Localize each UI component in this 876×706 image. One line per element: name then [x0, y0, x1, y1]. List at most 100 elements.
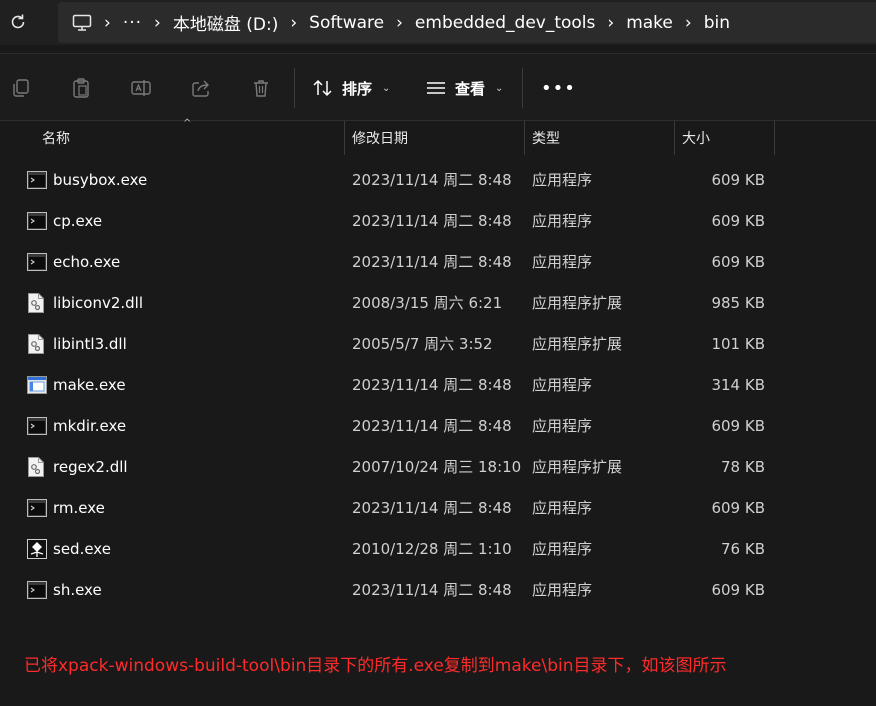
file-row[interactable]: rm.exe 2023/11/14 周二 8:48 应用程序 609 KB	[0, 487, 876, 528]
delete-button[interactable]	[249, 76, 273, 100]
file-date: 2010/12/28 周二 1:10	[352, 540, 512, 558]
share-button[interactable]	[189, 76, 213, 100]
console-exe-icon	[27, 241, 49, 282]
console-exe-icon	[27, 405, 49, 446]
file-date: 2023/11/14 周二 8:48	[352, 581, 512, 599]
paste-icon	[73, 78, 89, 98]
file-row[interactable]: cp.exe 2023/11/14 周二 8:48 应用程序 609 KB	[0, 200, 876, 241]
file-size: 78 KB	[721, 457, 765, 476]
file-row[interactable]: echo.exe 2023/11/14 周二 8:48 应用程序 609 KB	[0, 241, 876, 282]
file-date: 2023/11/14 周二 8:48	[352, 499, 512, 517]
chevron-right-icon: ›	[607, 12, 615, 33]
file-name[interactable]: busybox.exe	[53, 159, 147, 200]
paste-button[interactable]	[69, 76, 93, 100]
file-type: 应用程序	[532, 212, 593, 230]
delete-icon	[254, 80, 268, 97]
more-options-button[interactable]: •••	[541, 78, 576, 99]
file-name[interactable]: echo.exe	[53, 241, 120, 282]
file-date: 2008/3/15 周六 6:21	[352, 294, 503, 312]
file-type: 应用程序	[532, 540, 593, 558]
column-header-date[interactable]: 修改日期	[352, 121, 408, 155]
view-button[interactable]: 查看 ⌄	[425, 74, 503, 102]
toolbar-divider	[294, 68, 295, 108]
sort-label: 排序	[342, 79, 373, 98]
file-date: 2005/5/7 周六 3:52	[352, 335, 493, 353]
file-name[interactable]: libiconv2.dll	[53, 282, 143, 323]
file-row[interactable]: libiconv2.dll 2008/3/15 周六 6:21 应用程序扩展 9…	[0, 282, 876, 323]
breadcrumb[interactable]: › ··· › 本地磁盘 (D:) › Software › embedded_…	[58, 2, 876, 43]
chevron-right-icon: ›	[396, 12, 403, 33]
column-header-type[interactable]: 类型	[532, 121, 560, 155]
column-divider[interactable]	[774, 121, 775, 155]
file-date: 2023/11/14 周二 8:48	[352, 212, 512, 230]
file-name[interactable]: libintl3.dll	[53, 323, 127, 364]
column-divider[interactable]	[524, 121, 525, 155]
column-header-name[interactable]: 名称	[42, 121, 70, 155]
file-name[interactable]: make.exe	[53, 364, 126, 405]
chevron-right-icon: ›	[684, 12, 692, 33]
column-divider[interactable]	[344, 121, 345, 155]
file-date: 2023/11/14 周二 8:48	[352, 417, 512, 435]
column-header-size[interactable]: 大小	[682, 121, 710, 155]
file-size: 314 KB	[711, 375, 765, 394]
file-date: 2007/10/24 周三 18:10	[352, 458, 522, 476]
console-exe-icon	[27, 487, 49, 528]
file-type: 应用程序	[532, 253, 593, 271]
sort-icon	[313, 79, 332, 97]
file-date: 2023/11/14 周二 8:48	[352, 253, 512, 271]
file-type: 应用程序	[532, 376, 593, 394]
breadcrumb-embedded-dev-tools[interactable]: embedded_dev_tools	[415, 13, 595, 33]
file-list: busybox.exe 2023/11/14 周二 8:48 应用程序 609 …	[0, 159, 876, 610]
file-date: 2023/11/14 周二 8:48	[352, 171, 512, 189]
file-type: 应用程序	[532, 417, 593, 435]
window-exe-icon	[27, 364, 49, 405]
file-name[interactable]: cp.exe	[53, 200, 102, 241]
chevron-down-icon: ⌄	[495, 82, 504, 94]
file-date: 2023/11/14 周二 8:48	[352, 376, 512, 394]
breadcrumb-this-pc[interactable]	[72, 2, 92, 43]
command-bar: 排序 ⌄ 查看 ⌄ •••	[0, 53, 876, 121]
breadcrumb-bin[interactable]: bin	[704, 13, 730, 33]
this-pc-icon	[72, 14, 92, 31]
chevron-right-icon: ›	[290, 12, 298, 33]
column-header-row: ^ 名称 修改日期 类型 大小	[0, 118, 876, 155]
file-name[interactable]: rm.exe	[53, 487, 105, 528]
file-name[interactable]: mkdir.exe	[53, 405, 126, 446]
rename-button[interactable]	[129, 76, 153, 100]
breadcrumb-software[interactable]: Software	[309, 13, 384, 33]
chevron-right-icon: ›	[104, 12, 111, 33]
copy-icon	[13, 79, 29, 97]
file-row[interactable]: sh.exe 2023/11/14 周二 8:48 应用程序 609 KB	[0, 569, 876, 610]
file-name[interactable]: sed.exe	[53, 528, 111, 569]
file-row[interactable]: mkdir.exe 2023/11/14 周二 8:48 应用程序 609 KB	[0, 405, 876, 446]
file-size: 985 KB	[711, 293, 765, 312]
file-row[interactable]: busybox.exe 2023/11/14 周二 8:48 应用程序 609 …	[0, 159, 876, 200]
file-type: 应用程序	[532, 581, 593, 599]
copy-button[interactable]	[9, 76, 33, 100]
file-row[interactable]: libintl3.dll 2005/5/7 周六 3:52 应用程序扩展 101…	[0, 323, 876, 364]
file-size: 76 KB	[721, 539, 765, 558]
breadcrumb-make[interactable]: make	[626, 13, 673, 33]
share-icon	[192, 80, 209, 97]
refresh-button[interactable]	[6, 10, 30, 34]
file-row[interactable]: regex2.dll 2007/10/24 周三 18:10 应用程序扩展 78…	[0, 446, 876, 487]
file-name[interactable]: sh.exe	[53, 569, 102, 610]
sort-button[interactable]: 排序 ⌄	[312, 74, 390, 102]
file-row[interactable]: make.exe 2023/11/14 周二 8:48 应用程序 314 KB	[0, 364, 876, 405]
file-row[interactable]: sed.exe 2010/12/28 周二 1:10 应用程序 76 KB	[0, 528, 876, 569]
breadcrumb-overflow[interactable]: ···	[123, 13, 142, 33]
sort-ascending-icon: ^	[183, 118, 192, 129]
dll-file-icon	[27, 323, 49, 364]
breadcrumb-drive[interactable]: 本地磁盘 (D:)	[173, 10, 279, 35]
file-size: 609 KB	[711, 580, 765, 599]
file-size: 609 KB	[711, 416, 765, 435]
column-divider[interactable]	[674, 121, 675, 155]
console-exe-icon	[27, 200, 49, 241]
file-name[interactable]: regex2.dll	[53, 446, 128, 487]
sed-app-icon	[27, 528, 49, 569]
dll-file-icon	[27, 446, 49, 487]
file-type: 应用程序	[532, 499, 593, 517]
chevron-down-icon: ⌄	[382, 82, 391, 94]
chevron-right-icon: ›	[154, 12, 161, 33]
file-size: 609 KB	[711, 252, 765, 271]
